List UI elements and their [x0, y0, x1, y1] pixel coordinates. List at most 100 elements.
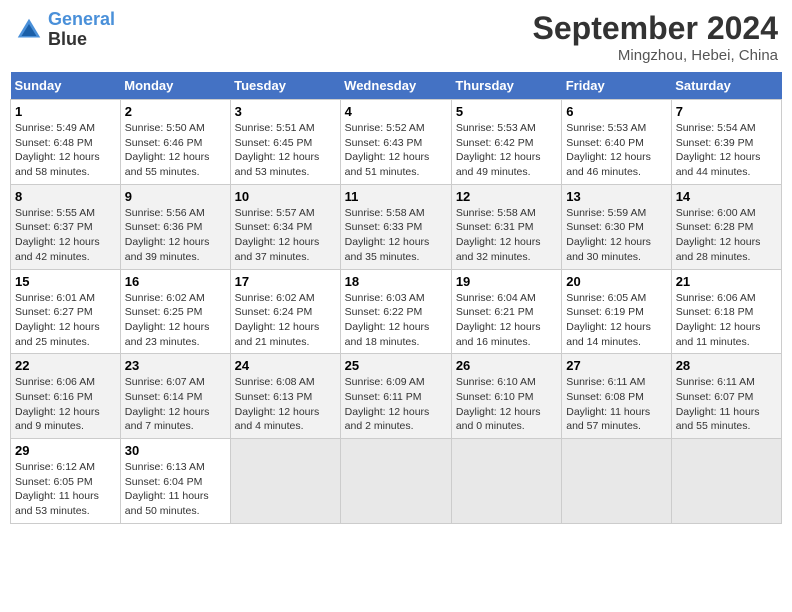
calendar-cell: 28 Sunrise: 6:11 AMSunset: 6:07 PMDaylig…: [671, 354, 781, 439]
day-number: 17: [235, 274, 336, 289]
day-info: Sunrise: 5:55 AMSunset: 6:37 PMDaylight:…: [15, 207, 100, 263]
day-number: 23: [125, 358, 226, 373]
day-number: 7: [676, 104, 777, 119]
month-title: September 2024: [533, 10, 778, 47]
day-info: Sunrise: 6:13 AMSunset: 6:04 PMDaylight:…: [125, 461, 209, 517]
weekday-header-wednesday: Wednesday: [340, 72, 451, 100]
day-info: Sunrise: 5:53 AMSunset: 6:42 PMDaylight:…: [456, 122, 541, 178]
calendar-cell: 23 Sunrise: 6:07 AMSunset: 6:14 PMDaylig…: [120, 354, 230, 439]
calendar-cell: 16 Sunrise: 6:02 AMSunset: 6:25 PMDaylig…: [120, 269, 230, 354]
calendar-cell: 7 Sunrise: 5:54 AMSunset: 6:39 PMDayligh…: [671, 100, 781, 185]
day-number: 28: [676, 358, 777, 373]
calendar-table: SundayMondayTuesdayWednesdayThursdayFrid…: [10, 72, 782, 524]
day-number: 10: [235, 189, 336, 204]
weekday-header-row: SundayMondayTuesdayWednesdayThursdayFrid…: [11, 72, 782, 100]
calendar-cell: 22 Sunrise: 6:06 AMSunset: 6:16 PMDaylig…: [11, 354, 121, 439]
day-info: Sunrise: 5:58 AMSunset: 6:31 PMDaylight:…: [456, 207, 541, 263]
calendar-cell: 30 Sunrise: 6:13 AMSunset: 6:04 PMDaylig…: [120, 439, 230, 524]
day-number: 20: [566, 274, 666, 289]
weekday-header-friday: Friday: [562, 72, 671, 100]
day-number: 30: [125, 443, 226, 458]
day-info: Sunrise: 5:58 AMSunset: 6:33 PMDaylight:…: [345, 207, 430, 263]
calendar-cell: [340, 439, 451, 524]
calendar-cell: 14 Sunrise: 6:00 AMSunset: 6:28 PMDaylig…: [671, 184, 781, 269]
weekday-header-tuesday: Tuesday: [230, 72, 340, 100]
calendar-week-row: 1 Sunrise: 5:49 AMSunset: 6:48 PMDayligh…: [11, 100, 782, 185]
day-info: Sunrise: 5:54 AMSunset: 6:39 PMDaylight:…: [676, 122, 761, 178]
weekday-header-monday: Monday: [120, 72, 230, 100]
calendar-cell: 12 Sunrise: 5:58 AMSunset: 6:31 PMDaylig…: [451, 184, 561, 269]
day-info: Sunrise: 5:56 AMSunset: 6:36 PMDaylight:…: [125, 207, 210, 263]
day-number: 16: [125, 274, 226, 289]
day-info: Sunrise: 5:51 AMSunset: 6:45 PMDaylight:…: [235, 122, 320, 178]
calendar-cell: 20 Sunrise: 6:05 AMSunset: 6:19 PMDaylig…: [562, 269, 671, 354]
day-info: Sunrise: 5:49 AMSunset: 6:48 PMDaylight:…: [15, 122, 100, 178]
calendar-cell: [451, 439, 561, 524]
logo-icon: [14, 15, 44, 45]
calendar-cell: 11 Sunrise: 5:58 AMSunset: 6:33 PMDaylig…: [340, 184, 451, 269]
day-info: Sunrise: 5:52 AMSunset: 6:43 PMDaylight:…: [345, 122, 430, 178]
day-number: 18: [345, 274, 447, 289]
calendar-cell: 15 Sunrise: 6:01 AMSunset: 6:27 PMDaylig…: [11, 269, 121, 354]
calendar-week-row: 8 Sunrise: 5:55 AMSunset: 6:37 PMDayligh…: [11, 184, 782, 269]
calendar-cell: 9 Sunrise: 5:56 AMSunset: 6:36 PMDayligh…: [120, 184, 230, 269]
calendar-week-row: 15 Sunrise: 6:01 AMSunset: 6:27 PMDaylig…: [11, 269, 782, 354]
day-number: 2: [125, 104, 226, 119]
day-info: Sunrise: 6:11 AMSunset: 6:08 PMDaylight:…: [566, 376, 650, 432]
day-info: Sunrise: 5:57 AMSunset: 6:34 PMDaylight:…: [235, 207, 320, 263]
calendar-cell: 3 Sunrise: 5:51 AMSunset: 6:45 PMDayligh…: [230, 100, 340, 185]
calendar-cell: [230, 439, 340, 524]
day-number: 14: [676, 189, 777, 204]
day-number: 24: [235, 358, 336, 373]
day-number: 27: [566, 358, 666, 373]
weekday-header-sunday: Sunday: [11, 72, 121, 100]
calendar-cell: [671, 439, 781, 524]
day-info: Sunrise: 6:09 AMSunset: 6:11 PMDaylight:…: [345, 376, 430, 432]
page-header: General Blue September 2024 Mingzhou, He…: [10, 10, 782, 64]
day-number: 25: [345, 358, 447, 373]
calendar-cell: 17 Sunrise: 6:02 AMSunset: 6:24 PMDaylig…: [230, 269, 340, 354]
calendar-cell: 6 Sunrise: 5:53 AMSunset: 6:40 PMDayligh…: [562, 100, 671, 185]
calendar-cell: 1 Sunrise: 5:49 AMSunset: 6:48 PMDayligh…: [11, 100, 121, 185]
day-number: 22: [15, 358, 116, 373]
day-number: 12: [456, 189, 557, 204]
day-info: Sunrise: 6:04 AMSunset: 6:21 PMDaylight:…: [456, 292, 541, 348]
day-info: Sunrise: 6:00 AMSunset: 6:28 PMDaylight:…: [676, 207, 761, 263]
day-info: Sunrise: 6:10 AMSunset: 6:10 PMDaylight:…: [456, 376, 541, 432]
title-block: September 2024 Mingzhou, Hebei, China: [533, 10, 778, 64]
day-info: Sunrise: 5:53 AMSunset: 6:40 PMDaylight:…: [566, 122, 651, 178]
day-number: 26: [456, 358, 557, 373]
day-number: 5: [456, 104, 557, 119]
day-number: 15: [15, 274, 116, 289]
calendar-cell: 10 Sunrise: 5:57 AMSunset: 6:34 PMDaylig…: [230, 184, 340, 269]
day-info: Sunrise: 5:59 AMSunset: 6:30 PMDaylight:…: [566, 207, 651, 263]
calendar-cell: 5 Sunrise: 5:53 AMSunset: 6:42 PMDayligh…: [451, 100, 561, 185]
calendar-cell: 18 Sunrise: 6:03 AMSunset: 6:22 PMDaylig…: [340, 269, 451, 354]
day-info: Sunrise: 6:08 AMSunset: 6:13 PMDaylight:…: [235, 376, 320, 432]
weekday-header-thursday: Thursday: [451, 72, 561, 100]
logo: General Blue: [14, 10, 115, 50]
day-number: 11: [345, 189, 447, 204]
day-number: 4: [345, 104, 447, 119]
calendar-cell: 25 Sunrise: 6:09 AMSunset: 6:11 PMDaylig…: [340, 354, 451, 439]
calendar-cell: 4 Sunrise: 5:52 AMSunset: 6:43 PMDayligh…: [340, 100, 451, 185]
day-number: 21: [676, 274, 777, 289]
calendar-week-row: 29 Sunrise: 6:12 AMSunset: 6:05 PMDaylig…: [11, 439, 782, 524]
calendar-cell: 2 Sunrise: 5:50 AMSunset: 6:46 PMDayligh…: [120, 100, 230, 185]
day-info: Sunrise: 6:02 AMSunset: 6:25 PMDaylight:…: [125, 292, 210, 348]
day-number: 3: [235, 104, 336, 119]
day-number: 29: [15, 443, 116, 458]
weekday-header-saturday: Saturday: [671, 72, 781, 100]
day-number: 19: [456, 274, 557, 289]
calendar-cell: [562, 439, 671, 524]
location: Mingzhou, Hebei, China: [533, 47, 778, 64]
day-number: 6: [566, 104, 666, 119]
day-info: Sunrise: 6:07 AMSunset: 6:14 PMDaylight:…: [125, 376, 210, 432]
day-info: Sunrise: 6:02 AMSunset: 6:24 PMDaylight:…: [235, 292, 320, 348]
day-info: Sunrise: 6:05 AMSunset: 6:19 PMDaylight:…: [566, 292, 651, 348]
calendar-cell: 26 Sunrise: 6:10 AMSunset: 6:10 PMDaylig…: [451, 354, 561, 439]
calendar-cell: 13 Sunrise: 5:59 AMSunset: 6:30 PMDaylig…: [562, 184, 671, 269]
calendar-week-row: 22 Sunrise: 6:06 AMSunset: 6:16 PMDaylig…: [11, 354, 782, 439]
calendar-cell: 29 Sunrise: 6:12 AMSunset: 6:05 PMDaylig…: [11, 439, 121, 524]
day-info: Sunrise: 6:03 AMSunset: 6:22 PMDaylight:…: [345, 292, 430, 348]
